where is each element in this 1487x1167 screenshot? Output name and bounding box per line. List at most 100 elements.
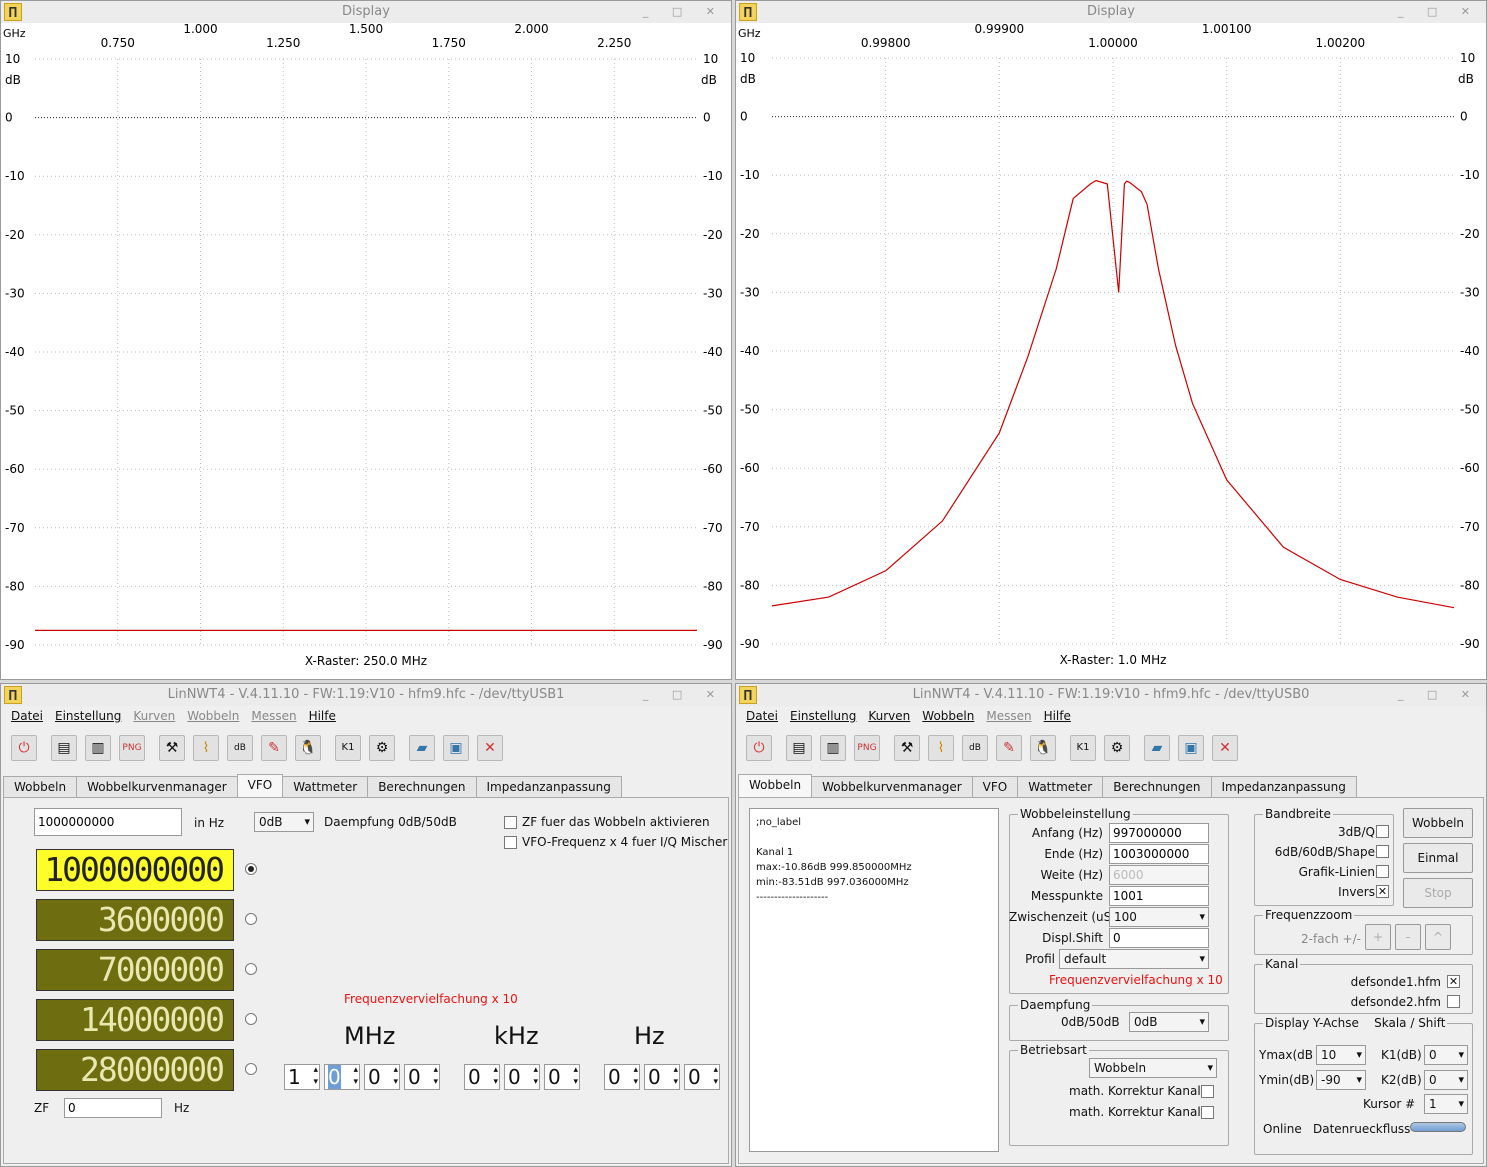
probe-icon[interactable]: ✎: [261, 735, 287, 761]
tab-wattmeter[interactable]: Wattmeter: [1017, 776, 1104, 797]
tab-berechnungen[interactable]: Berechnungen: [1102, 776, 1212, 797]
lcd-display-1[interactable]: 1000000000: [36, 849, 234, 891]
png-export-icon[interactable]: PNG: [854, 735, 880, 761]
tab-impedanzanpassung[interactable]: Impedanzanpassung: [1210, 776, 1357, 797]
db-icon[interactable]: dB: [962, 735, 988, 761]
kursor-combo[interactable]: 1: [1424, 1094, 1468, 1114]
tab-impedanzanpassung[interactable]: Impedanzanpassung: [475, 776, 622, 797]
tab-vfo[interactable]: VFO: [971, 776, 1019, 797]
vfo-frequency-input[interactable]: [34, 808, 182, 836]
tux-icon[interactable]: 🐧: [295, 735, 321, 761]
lcd-display-4[interactable]: 14000000: [36, 999, 234, 1041]
display-left-titlebar[interactable]: ∏ Display _ □ ✕: [1, 1, 731, 23]
curve-icon[interactable]: ⌇: [928, 735, 954, 761]
delete-icon[interactable]: ✕: [477, 735, 503, 761]
ymax-combo[interactable]: 10: [1316, 1045, 1366, 1065]
tab-vfo[interactable]: VFO: [236, 774, 284, 797]
save-icon[interactable]: ▣: [1178, 735, 1204, 761]
korrektur-1-checkbox[interactable]: [1201, 1085, 1214, 1098]
zoom-up-button[interactable]: ^: [1425, 924, 1451, 950]
window-controls[interactable]: _ □ ✕: [1398, 1, 1480, 23]
tux-icon[interactable]: 🐧: [1030, 735, 1056, 761]
print-icon[interactable]: ▤: [786, 735, 812, 761]
display-right-titlebar[interactable]: ∏ Display _ □ ✕: [736, 1, 1486, 23]
ymin-combo[interactable]: -90: [1316, 1070, 1366, 1090]
calibrate-icon[interactable]: ⚙: [1104, 735, 1130, 761]
png-export-icon[interactable]: PNG: [119, 735, 145, 761]
digit-spin-5[interactable]: 0: [464, 1064, 500, 1090]
tab-berechnungen[interactable]: Berechnungen: [367, 776, 477, 797]
attenuation-combo[interactable]: 0dB: [254, 812, 314, 832]
digit-spin-1[interactable]: 1: [284, 1064, 320, 1090]
tab-wattmeter[interactable]: Wattmeter: [282, 776, 369, 797]
vfo-radio-1[interactable]: [245, 863, 257, 875]
menu-hilfe[interactable]: Hilfe: [1038, 706, 1077, 726]
zf-checkbox[interactable]: [504, 816, 517, 829]
profil-combo[interactable]: default: [1059, 949, 1209, 969]
vfo-radio-2[interactable]: [245, 913, 257, 925]
stop-button[interactable]: Stop: [1403, 878, 1473, 908]
linnwt-left-titlebar[interactable]: ∏ LinNWT4 - V.4.11.10 - FW:1.19:V10 - hf…: [1, 684, 731, 706]
zoom-plus-button[interactable]: +: [1365, 924, 1391, 950]
invers-checkbox[interactable]: ✕: [1376, 885, 1389, 898]
korrektur-2-checkbox[interactable]: [1201, 1106, 1214, 1119]
window-controls[interactable]: _ □ ✕: [1398, 684, 1480, 706]
vfo-iq-checkbox[interactable]: [504, 836, 517, 849]
menu-datei[interactable]: Datei: [740, 706, 784, 726]
linnwt-right-titlebar[interactable]: ∏ LinNWT4 - V.4.11.10 - FW:1.19:V10 - hf…: [736, 684, 1486, 706]
delete-icon[interactable]: ✕: [1212, 735, 1238, 761]
digit-spin-6[interactable]: 0: [504, 1064, 540, 1090]
tab-wobbelkurvenmanager[interactable]: Wobbelkurvenmanager: [76, 776, 238, 797]
bw-3db-checkbox[interactable]: [1376, 825, 1389, 838]
tab-wobbeln[interactable]: Wobbeln: [738, 774, 813, 797]
menu-messen[interactable]: Messen: [980, 706, 1037, 726]
k1-combo[interactable]: 0: [1424, 1045, 1468, 1065]
zwischenzeit-combo[interactable]: 100: [1109, 907, 1209, 927]
kanal-2-checkbox[interactable]: [1447, 995, 1460, 1008]
menu-hilfe[interactable]: Hilfe: [303, 706, 342, 726]
menu-kurven[interactable]: Kurven: [862, 706, 916, 726]
menu-einstellung[interactable]: Einstellung: [49, 706, 127, 726]
anfang-input[interactable]: [1109, 823, 1209, 843]
vfo-radio-3[interactable]: [245, 963, 257, 975]
settings-tools-icon[interactable]: ⚒: [159, 735, 185, 761]
menu-wobbeln[interactable]: Wobbeln: [916, 706, 980, 726]
print-icon[interactable]: ▤: [51, 735, 77, 761]
lcd-display-5[interactable]: 28000000: [36, 1049, 234, 1091]
digit-spin-8[interactable]: 0: [604, 1064, 640, 1090]
zoom-minus-button[interactable]: -: [1395, 924, 1421, 950]
digit-spin-9[interactable]: 0: [644, 1064, 680, 1090]
menu-messen[interactable]: Messen: [245, 706, 302, 726]
wobbeln-button[interactable]: Wobbeln: [1403, 808, 1473, 838]
print-pdf-icon[interactable]: ▥: [820, 735, 846, 761]
open-icon[interactable]: ▰: [1144, 735, 1170, 761]
window-controls[interactable]: _ □ ✕: [643, 684, 725, 706]
info-textbox[interactable]: ;no_label Kanal 1 max:-10.86dB 999.85000…: [749, 808, 999, 1152]
menu-wobbeln[interactable]: Wobbeln: [181, 706, 245, 726]
vfo-radio-4[interactable]: [245, 1013, 257, 1025]
window-controls[interactable]: _ □ ✕: [643, 1, 725, 23]
vfo-radio-5[interactable]: [245, 1063, 257, 1075]
einmal-button[interactable]: Einmal: [1403, 843, 1473, 873]
bw-6db-checkbox[interactable]: [1376, 845, 1389, 858]
curve-icon[interactable]: ⌇: [193, 735, 219, 761]
messpunkte-input[interactable]: [1109, 886, 1209, 906]
displ-shift-input[interactable]: [1109, 928, 1209, 948]
k2-combo[interactable]: 0: [1424, 1070, 1468, 1090]
daempfung-combo[interactable]: 0dB: [1129, 1012, 1209, 1032]
k1-icon[interactable]: K1: [335, 735, 361, 761]
print-pdf-icon[interactable]: ▥: [85, 735, 111, 761]
calibrate-icon[interactable]: ⚙: [369, 735, 395, 761]
settings-tools-icon[interactable]: ⚒: [894, 735, 920, 761]
menu-kurven[interactable]: Kurven: [127, 706, 181, 726]
digit-spin-4[interactable]: 0: [404, 1064, 440, 1090]
betriebsart-combo[interactable]: Wobbeln: [1089, 1058, 1217, 1078]
menu-datei[interactable]: Datei: [5, 706, 49, 726]
ende-input[interactable]: [1109, 844, 1209, 864]
power-icon[interactable]: ⏻: [746, 735, 772, 761]
menu-einstellung[interactable]: Einstellung: [784, 706, 862, 726]
digit-spin-2[interactable]: 0: [324, 1064, 360, 1090]
lcd-display-2[interactable]: 3600000: [36, 899, 234, 941]
save-icon[interactable]: ▣: [443, 735, 469, 761]
lcd-display-3[interactable]: 7000000: [36, 949, 234, 991]
